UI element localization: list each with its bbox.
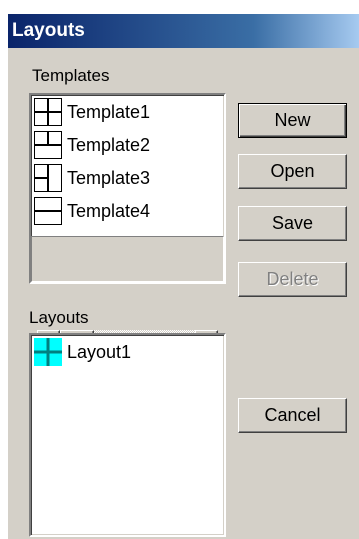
list-item-label: Layout1	[67, 342, 132, 362]
left-split-layout-icon	[34, 164, 62, 192]
horizontal-split-layout-icon	[34, 197, 62, 225]
open-button[interactable]: Open	[238, 154, 347, 189]
layouts-list[interactable]: Layout1	[29, 333, 226, 537]
cancel-button[interactable]: Cancel	[238, 398, 347, 433]
list-item-label: Template2	[67, 135, 151, 155]
top-split-layout-icon	[34, 131, 62, 159]
save-button[interactable]: Save	[238, 206, 347, 241]
templates-list[interactable]: Template1 Template2 Template3 Template4	[29, 93, 226, 353]
new-button[interactable]: New	[238, 103, 347, 138]
list-item[interactable]: Template1	[34, 98, 150, 126]
layouts-dialog: Layouts Templates Template1 Template2 Te…	[8, 14, 359, 539]
window-title: Layouts	[12, 20, 85, 41]
title-bar[interactable]: Layouts	[8, 14, 359, 48]
list-item[interactable]: Template2	[34, 131, 150, 159]
grid-2x2-cyan-icon	[34, 338, 62, 366]
list-item[interactable]: Template4	[34, 197, 150, 225]
delete-button[interactable]: Delete	[238, 262, 347, 297]
list-item[interactable]: Template3	[34, 164, 150, 192]
scrollbar-panel	[31, 236, 224, 282]
templates-label: Templates	[32, 66, 110, 85]
grid-2x2-icon	[34, 98, 62, 126]
list-item-label: Template1	[67, 102, 151, 122]
layouts-label: Layouts	[29, 308, 89, 327]
list-item-label: Template3	[67, 168, 151, 188]
list-item[interactable]: Layout1	[34, 338, 131, 366]
list-item-label: Template4	[67, 201, 151, 221]
